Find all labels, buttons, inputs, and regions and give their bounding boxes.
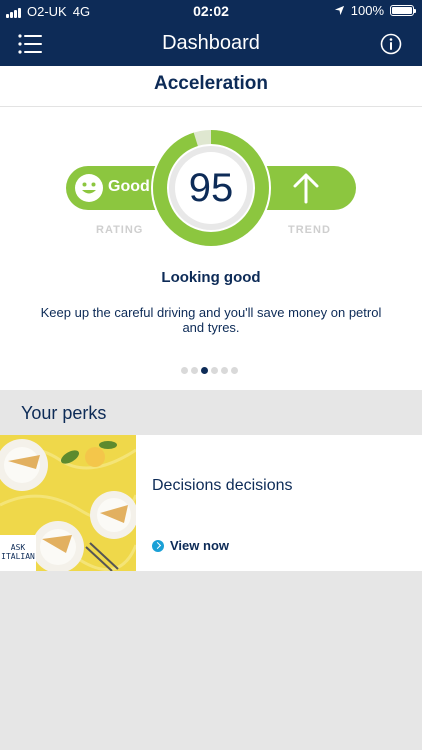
score-value: 95: [188, 166, 234, 210]
carousel-dot[interactable]: [211, 367, 218, 374]
headline-text: Looking good: [161, 269, 261, 286]
smiley-icon: [75, 174, 103, 202]
status-right: 100%: [334, 3, 416, 18]
trend-label: TREND: [288, 224, 331, 236]
rating-label: RATING: [96, 224, 144, 236]
view-now-label: View now: [170, 538, 229, 553]
perk-name: Decisions decisions: [152, 477, 293, 494]
carousel-dot[interactable]: [201, 367, 208, 374]
chevron-right-circle-icon: [152, 539, 164, 552]
battery-percent: 100%: [350, 3, 384, 18]
perks-title: Your perks: [21, 403, 107, 423]
carousel-dot[interactable]: [221, 367, 228, 374]
nav-bar: Dashboard: [0, 22, 422, 66]
battery-icon: [390, 5, 416, 16]
brand-logo: ASK ITALIAN: [0, 535, 36, 571]
carousel-dot[interactable]: [191, 367, 198, 374]
page-title: Dashboard: [162, 32, 260, 54]
carousel-dot[interactable]: [181, 367, 188, 374]
info-icon[interactable]: [380, 33, 402, 55]
perk-image: ASK ITALIAN: [0, 435, 136, 571]
rating-value: Good: [108, 178, 150, 195]
status-bar: O2-UK 4G 02:02 100%: [0, 0, 422, 22]
score-card[interactable]: Acceleration Good 95 RATING TREND Lookin…: [0, 66, 422, 390]
perk-card[interactable]: ASK ITALIAN Decisions decisions View now: [0, 435, 422, 571]
carousel-dots[interactable]: [181, 367, 238, 374]
trend-up-arrow-icon: [293, 173, 319, 204]
carousel-dot[interactable]: [231, 367, 238, 374]
section-title: Acceleration: [0, 66, 422, 107]
location-arrow-icon: [334, 5, 344, 16]
app-header: O2-UK 4G 02:02 100% Dashboard: [0, 0, 422, 66]
view-now-link[interactable]: View now: [152, 538, 229, 553]
description-text: Keep up the careful driving and you'll s…: [40, 305, 382, 335]
